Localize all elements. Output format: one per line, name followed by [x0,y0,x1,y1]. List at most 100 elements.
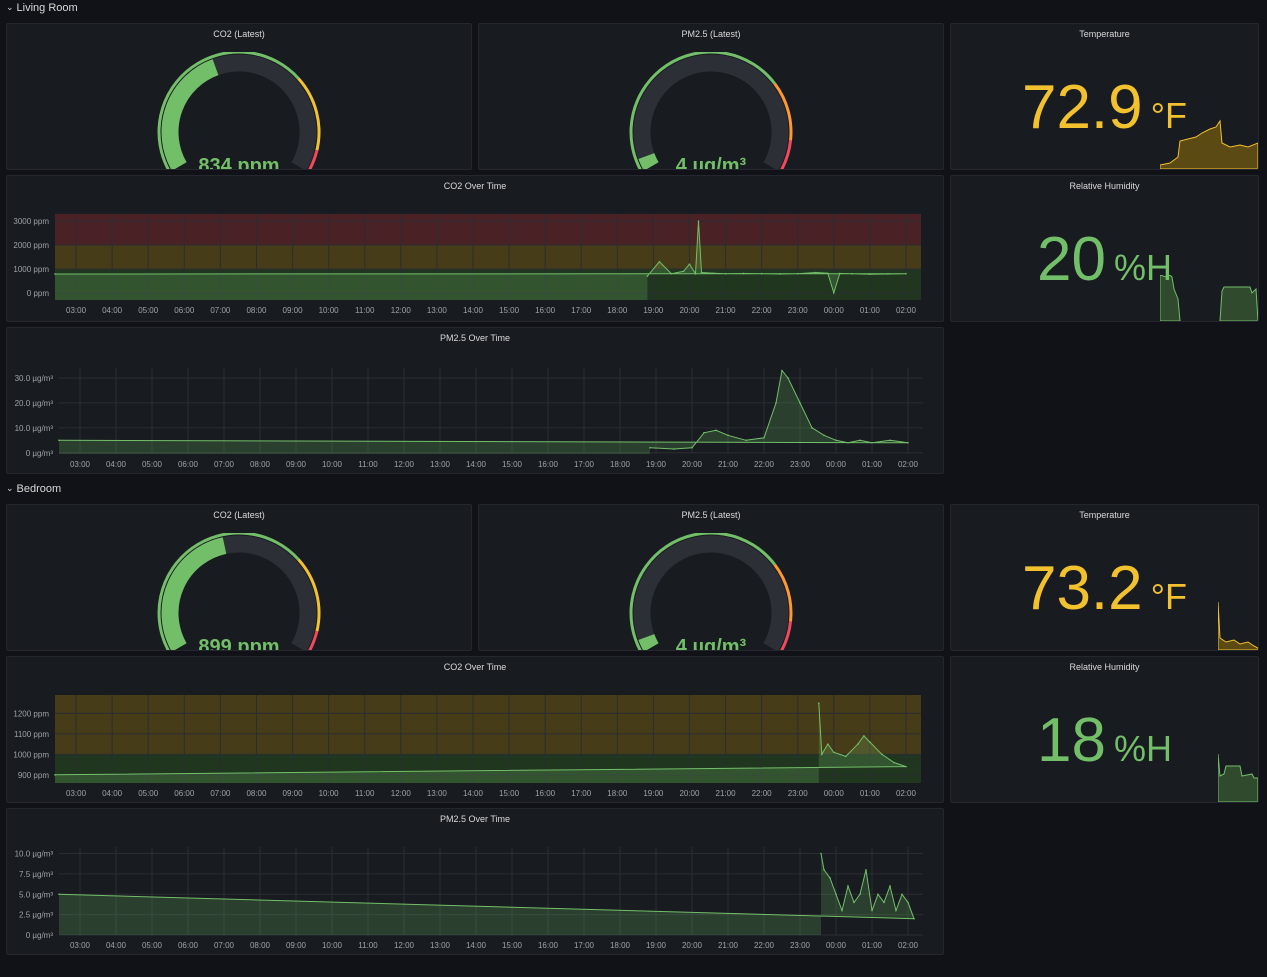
x-tick-label: 03:00 [70,460,91,469]
data-point [727,434,729,437]
x-tick-label: 16:00 [535,306,556,315]
co2-latest-panel[interactable]: CO2 (Latest) 899 ppm [6,504,472,651]
panel-title: CO2 (Latest) [213,510,265,520]
x-tick-label: 15:00 [502,460,523,469]
x-tick-label: 23:00 [788,306,809,315]
humidity-panel[interactable]: Relative Humidity 18 %H [950,656,1259,803]
data-point [682,270,685,273]
gauge-value: 4 µg/m³ [675,155,747,170]
x-tick-label: 20:00 [682,460,703,469]
x-tick-label: 08:00 [250,460,271,469]
data-point [700,271,703,274]
threshold-band-1 [55,245,921,269]
data-point [691,446,693,449]
row-title: Living Room [16,2,78,14]
x-tick-label: 05:00 [142,460,163,469]
data-point [905,765,907,768]
x-tick-label: 06:00 [178,941,199,950]
x-tick-label: 18:00 [607,306,628,315]
data-point [893,761,895,764]
co2-over-time-panel[interactable]: CO2 Over Time 03:00 04:00 05:00 06:00 07:00 0… [6,656,944,803]
pm25-over-time-panel[interactable]: PM2.5 Over Time 03:00 04:00 05:00 06:00 07:0… [6,808,944,955]
data-point [826,272,829,275]
x-tick-label: 18:00 [610,941,631,950]
pm25-latest-panel[interactable]: PM2.5 (Latest) 4 µg/m³ [478,504,944,651]
data-point [913,917,915,920]
data-point [847,441,849,444]
data-point [841,909,843,912]
data-point [778,273,781,275]
y-tick-label: 1200 ppm [13,709,49,718]
data-point [895,909,897,912]
gauge-svg [629,533,793,650]
x-tick-label: 19:00 [643,306,664,315]
data-point [796,272,799,275]
data-point [814,271,817,274]
x-tick-label: 04:00 [102,789,123,798]
x-tick-label: 19:00 [646,460,667,469]
pm25-gauge: 4 µg/m³ [626,533,796,651]
panel-title: Relative Humidity [1069,181,1140,191]
data-point [869,741,871,743]
humidity-panel[interactable]: Relative Humidity 20 %H [950,175,1259,322]
x-tick-label: 05:00 [138,306,159,315]
data-point [907,901,909,904]
data-point [799,402,801,404]
threshold-band-0 [55,695,921,755]
data-point [881,753,883,756]
data-point [832,751,835,754]
data-point [859,439,861,442]
x-tick-label: 21:00 [716,306,737,315]
x-tick-label: 21:00 [718,941,739,950]
data-point [760,272,763,275]
x-tick-label: 18:00 [610,460,631,469]
x-tick-label: 00:00 [826,941,847,950]
data-point [811,427,813,429]
x-tick-label: 07:00 [214,941,235,950]
data-point [54,273,56,275]
x-tick-label: 00:00 [824,789,845,798]
temperature-panel[interactable]: Temperature 72.9 °F [950,23,1259,170]
pm25-over-time-panel[interactable]: PM2.5 Over Time 03:00 04:00 05:00 06:00 07:0… [6,327,944,474]
x-tick-label: 02:00 [896,789,917,798]
row-toggle-bedroom[interactable]: ⌄ Bedroom [6,481,61,497]
data-point [703,432,705,434]
x-tick-label: 11:00 [355,789,375,798]
row-toggle-living-room[interactable]: ⌄ Living Room [6,0,78,16]
x-tick-label: 01:00 [860,306,881,315]
co2-latest-panel[interactable]: CO2 (Latest) 834 ppm [6,23,472,170]
x-tick-label: 15:00 [499,789,520,798]
co2-over-time-panel[interactable]: CO2 Over Time 03:00 04:00 05:00 06:00 07:00 0… [6,175,944,322]
x-tick-label: 17:00 [571,306,592,315]
y-tick-label: 7.5 µg/m³ [19,870,53,879]
x-tick-label: 20:00 [679,306,700,315]
data-point [835,439,837,442]
x-tick-label: 12:00 [391,789,412,798]
y-tick-label: 10.0 µg/m³ [15,424,54,433]
humidity-value: 18 [1037,706,1106,775]
x-tick-label: 04:00 [102,306,123,315]
data-point [853,901,855,904]
x-tick-label: 13:00 [427,789,448,798]
y-tick-label: 1100 ppm [14,730,49,739]
x-tick-label: 14:00 [466,460,487,469]
data-point [712,272,715,275]
x-tick-label: 09:00 [286,460,307,469]
data-point [845,755,847,758]
data-point [889,439,891,442]
data-point [869,273,871,275]
gauge-value: 4 µg/m³ [675,636,747,651]
x-tick-label: 03:00 [66,789,87,798]
x-tick-label: 02:00 [898,941,919,950]
x-tick-label: 11:00 [358,941,378,950]
data-point [851,272,853,275]
data-point [817,702,820,704]
temperature-panel[interactable]: Temperature 73.2 °F [950,504,1259,651]
stat-value: 20 %H [951,224,1258,295]
pm25-latest-panel[interactable]: PM2.5 (Latest) 4 µg/m³ [478,23,944,170]
data-point [742,272,745,275]
x-tick-label: 01:00 [860,789,881,798]
x-tick-label: 18:00 [607,789,628,798]
x-tick-label: 05:00 [142,941,163,950]
x-tick-label: 00:00 [824,306,845,315]
